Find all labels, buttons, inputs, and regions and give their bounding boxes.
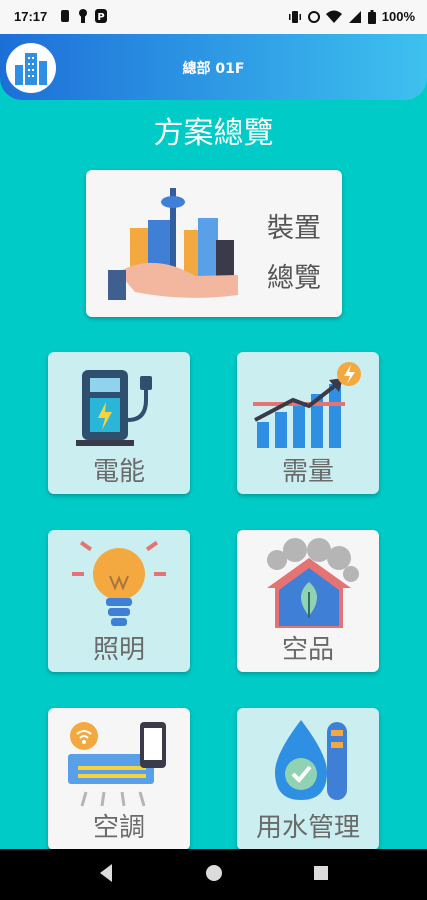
overview-label: 裝置 總覽 xyxy=(264,204,324,304)
status-bar: 17:17 P 100% xyxy=(0,0,427,34)
device-overview-card[interactable]: 裝置 總覽 xyxy=(86,170,342,317)
page-title: 方案總覽 xyxy=(153,116,274,151)
notification-icon xyxy=(61,10,69,22)
header-title: 總部 01F xyxy=(182,61,245,77)
recents-icon[interactable] xyxy=(311,862,331,884)
overview-label-line1: 裝置 xyxy=(267,213,321,244)
air-quality-house-icon xyxy=(267,538,359,628)
back-icon[interactable] xyxy=(96,862,116,884)
system-nav-bar xyxy=(0,849,427,900)
wifi-icon xyxy=(325,10,342,23)
tile-lighting[interactable]: 照明 xyxy=(48,530,190,672)
tile-demand[interactable]: 需量 xyxy=(237,352,379,494)
status-time: 17:17 xyxy=(14,9,48,24)
tile-label: 空品 xyxy=(281,635,334,665)
overview-label-line2: 總覽 xyxy=(267,263,321,294)
tile-water-management[interactable]: 用水管理 xyxy=(237,708,379,850)
tile-air-conditioning[interactable]: 空調 xyxy=(48,708,190,850)
lock-icon xyxy=(79,9,87,23)
city-hand-icon xyxy=(108,188,238,300)
tile-label: 需量 xyxy=(281,457,334,487)
tile-label: 用水管理 xyxy=(255,813,360,843)
app-header: 總部 01F xyxy=(0,34,427,100)
light-bulb-icon xyxy=(72,540,166,626)
ev-charger-icon xyxy=(76,370,152,446)
svg-text:P: P xyxy=(97,12,104,23)
tile-air-quality[interactable]: 空品 xyxy=(237,530,379,672)
vibrate-icon xyxy=(288,10,301,23)
water-drop-icon xyxy=(275,720,347,800)
signal-icon xyxy=(348,10,361,23)
tile-label: 空調 xyxy=(92,813,145,843)
data-saver-icon xyxy=(307,10,320,23)
home-icon[interactable] xyxy=(204,862,224,884)
battery-percent: 100% xyxy=(381,9,415,24)
tile-label: 電能 xyxy=(92,457,145,487)
demand-chart-icon xyxy=(253,362,361,448)
tile-label: 照明 xyxy=(92,635,145,665)
parking-icon: P xyxy=(95,9,107,23)
tile-energy[interactable]: 電能 xyxy=(48,352,190,494)
battery-icon xyxy=(367,9,376,24)
air-conditioner-icon xyxy=(68,722,166,807)
